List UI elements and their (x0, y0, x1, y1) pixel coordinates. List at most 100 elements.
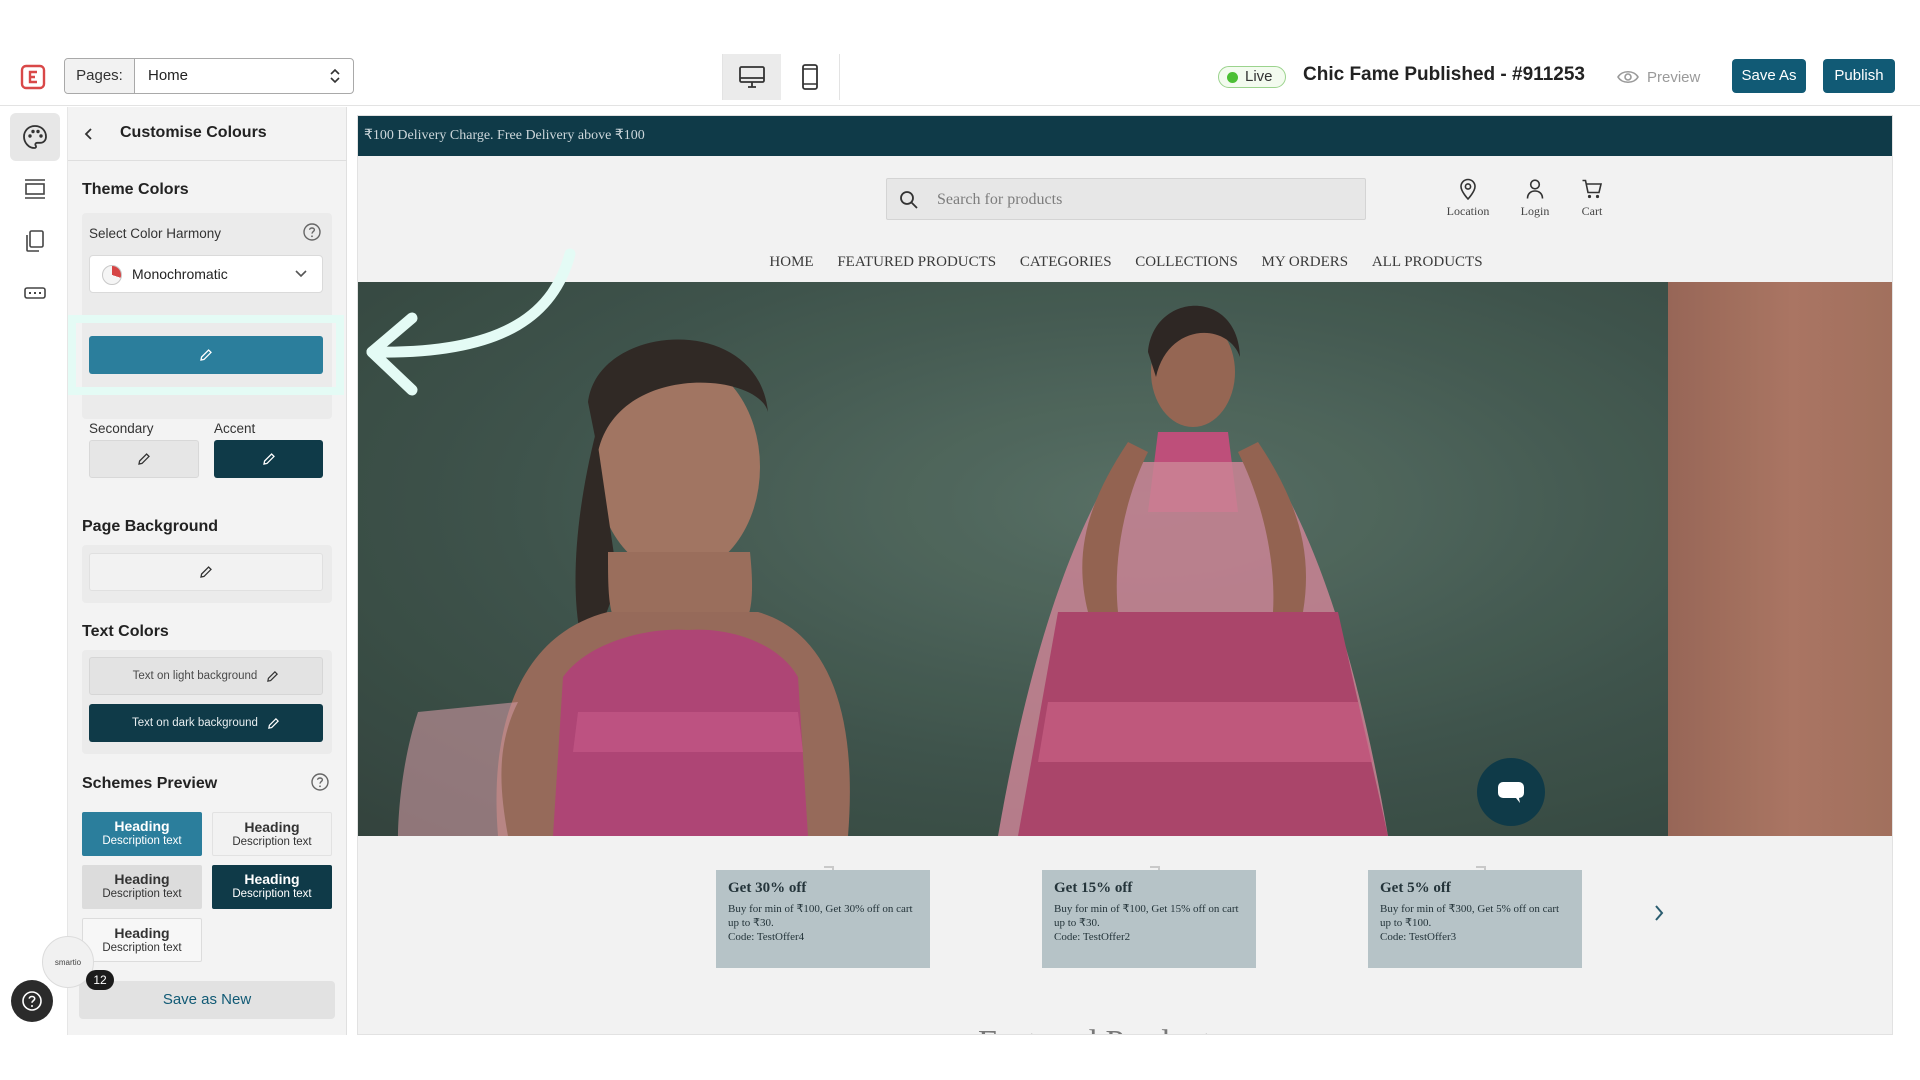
scheme-card-accent[interactable]: Heading Description text (212, 865, 332, 909)
scheme-description: Description text (232, 888, 312, 900)
header-location[interactable]: Location (1438, 178, 1498, 219)
text-on-dark-label: Text on dark background (132, 717, 258, 729)
offer-title: Get 15% off (1054, 880, 1133, 896)
save-as-button[interactable]: Save As (1732, 59, 1806, 93)
editor-icon-rail (0, 107, 68, 1035)
site-title: Chic Fame Published - #911253 (1303, 64, 1585, 85)
nav-categories[interactable]: CATEGORIES (1020, 254, 1112, 271)
scheme-card-light[interactable]: Heading Description text (212, 812, 332, 856)
pencil-icon (200, 566, 212, 578)
help-circle-icon[interactable] (302, 222, 322, 242)
offer-code: Code: TestOffer4 (728, 931, 805, 943)
offers-carousel: Get 30% off Buy for min of ₹100, Get 30%… (358, 836, 1892, 1034)
chat-button[interactable] (1477, 758, 1545, 826)
preview-label: Preview (1647, 68, 1701, 86)
mobile-icon (802, 64, 818, 90)
featured-products-heading-peek: Featured Products (978, 1024, 1224, 1034)
page-background-heading: Page Background (82, 518, 219, 535)
rail-colors-button[interactable] (10, 113, 60, 161)
pencil-icon (268, 717, 279, 729)
secondary-color-swatch[interactable] (89, 440, 199, 478)
nav-featured-products[interactable]: FEATURED PRODUCTS (837, 254, 996, 271)
text-on-light-label: Text on light background (132, 670, 258, 682)
schemes-preview-heading: Schemes Preview (82, 775, 218, 792)
offer-code: Code: TestOffer2 (1054, 931, 1131, 943)
eye-icon (1617, 70, 1639, 84)
nav-my-orders[interactable]: MY ORDERS (1262, 254, 1349, 271)
sections-icon (25, 179, 45, 199)
scheme-heading: Heading (244, 819, 300, 835)
assistant-avatar-text: smartio (54, 958, 82, 967)
chevron-down-icon (295, 270, 307, 278)
scheme-card-secondary[interactable]: Heading Description text (82, 865, 202, 909)
scheme-description: Description text (102, 888, 182, 900)
device-toggle (722, 54, 840, 100)
header-cart[interactable]: Cart (1569, 178, 1615, 219)
notification-count-badge: 12 (86, 970, 114, 990)
offer-title: Get 5% off (1380, 880, 1451, 896)
offer-description: Buy for min of ₹300, Get 5% off on cart … (1380, 903, 1560, 929)
nav-collections[interactable]: COLLECTIONS (1135, 254, 1238, 271)
offer-title: Get 30% off (728, 880, 807, 896)
live-status-label: Live (1245, 68, 1273, 85)
rail-components-button[interactable] (10, 269, 60, 317)
offer-card[interactable]: Get 30% off Buy for min of ₹100, Get 30%… (716, 870, 930, 968)
publish-button[interactable]: Publish (1823, 59, 1895, 93)
text-on-light-swatch[interactable]: Text on light background (89, 657, 323, 695)
editor-screen: Pages: Home Live Chic Fame Published - #… (0, 0, 1920, 1080)
sort-arrows-icon (330, 68, 340, 84)
help-circle-icon[interactable] (310, 772, 330, 792)
pencil-icon (267, 670, 279, 682)
scheme-description: Description text (102, 942, 182, 954)
chat-bubble-icon (1498, 782, 1524, 803)
help-button[interactable] (11, 980, 53, 1022)
nav-all-products[interactable]: ALL PRODUCTS (1372, 254, 1483, 271)
pencil-icon (200, 349, 212, 361)
pointer-arrow-icon (366, 248, 576, 396)
nav-home[interactable]: HOME (769, 254, 813, 271)
rail-sections-button[interactable] (10, 165, 60, 213)
chevron-right-icon[interactable] (1652, 904, 1666, 922)
search-icon (900, 191, 918, 209)
preview-button[interactable]: Preview (1617, 66, 1700, 88)
page-select-value[interactable]: Home (135, 59, 353, 93)
page-background-swatch[interactable] (89, 553, 323, 591)
offer-card[interactable]: Get 15% off Buy for min of ₹100, Get 15%… (1042, 870, 1256, 968)
announcement-bar: ₹100 Delivery Charge. Free Delivery abov… (358, 116, 1892, 156)
scheme-card-background[interactable]: Heading Description text (82, 918, 202, 962)
color-harmony-label: Select Color Harmony (89, 226, 222, 241)
mobile-view-button[interactable] (781, 54, 839, 100)
scheme-heading: Heading (114, 925, 170, 941)
scheme-card-primary[interactable]: Heading Description text (82, 812, 202, 856)
live-status-badge: Live (1218, 66, 1286, 88)
editor-topbar: Pages: Home Live Chic Fame Published - #… (0, 46, 1920, 106)
save-as-new-button[interactable]: Save as New (79, 981, 335, 1019)
scheme-heading: Heading (244, 871, 300, 887)
offer-code: Code: TestOffer3 (1380, 931, 1457, 943)
color-harmony-select[interactable]: Monochromatic (89, 255, 323, 293)
header-cart-label: Cart (1581, 204, 1603, 218)
scheme-heading: Heading (114, 818, 170, 834)
header-login[interactable]: Login (1510, 178, 1560, 219)
desktop-view-button[interactable] (723, 54, 781, 100)
pages-label: Pages: (65, 59, 135, 93)
text-on-dark-swatch[interactable]: Text on dark background (89, 704, 323, 742)
pages-icon (26, 230, 44, 252)
question-mark-icon (22, 991, 42, 1011)
accent-color-swatch[interactable] (214, 440, 323, 478)
rail-pages-button[interactable] (10, 217, 60, 265)
store-search-input[interactable]: Search for products (886, 178, 1366, 220)
location-pin-icon (1460, 178, 1476, 200)
scheme-description: Description text (102, 835, 182, 847)
panel-header: Customise Colours (68, 107, 347, 161)
pencil-icon (138, 453, 150, 465)
page-selector[interactable]: Pages: Home (64, 58, 354, 94)
chevron-left-icon[interactable] (82, 127, 96, 141)
app-logo-icon[interactable] (20, 64, 46, 90)
primary-color-swatch[interactable] (89, 336, 323, 374)
scheme-heading: Heading (114, 871, 170, 887)
secondary-color-label: Secondary (89, 421, 154, 436)
search-placeholder: Search for products (937, 191, 1063, 208)
offer-card[interactable]: Get 5% off Buy for min of ₹300, Get 5% o… (1368, 870, 1582, 968)
desktop-icon (739, 66, 765, 88)
